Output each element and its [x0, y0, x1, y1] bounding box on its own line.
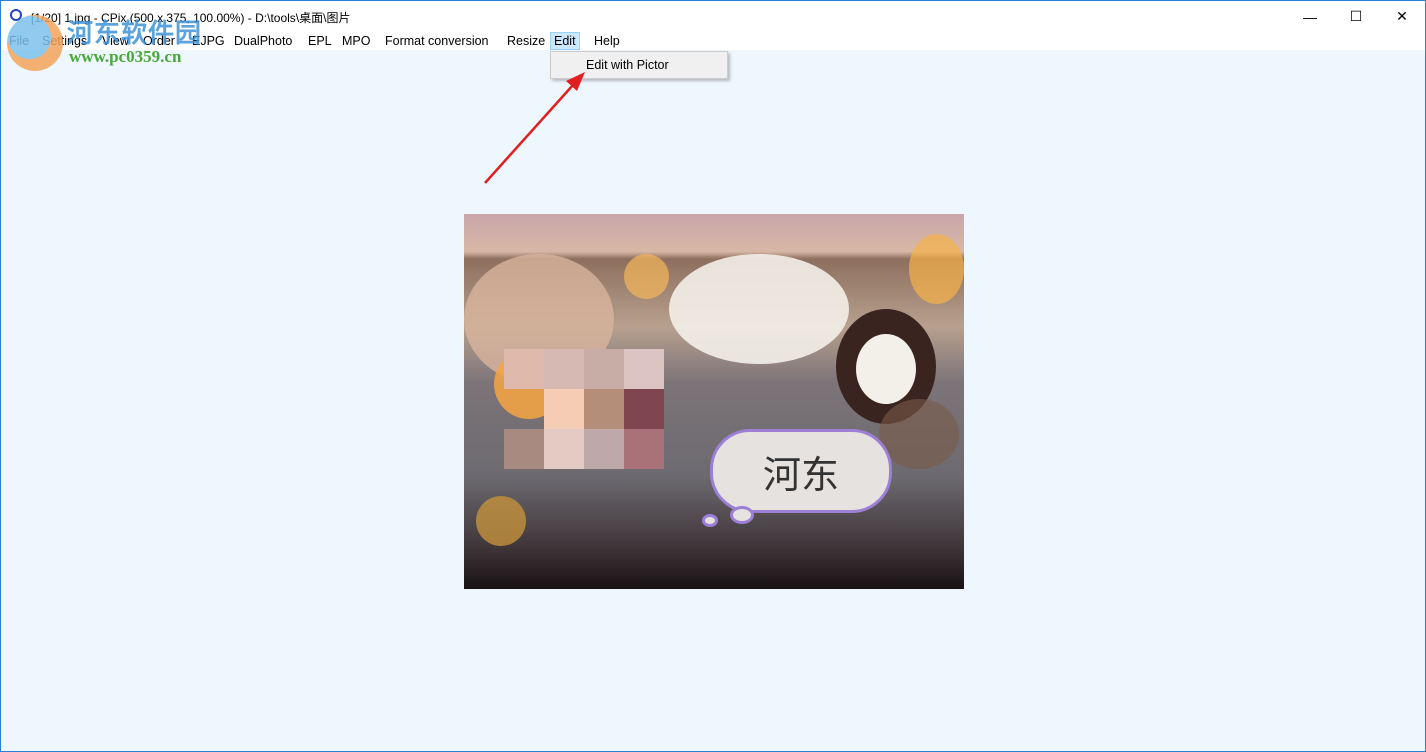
menu-ejpg[interactable]: EJPG [189, 33, 228, 49]
mosaic-block [504, 349, 544, 389]
minimize-button[interactable]: — [1287, 1, 1333, 32]
mosaic-block [584, 429, 624, 469]
mosaic-block [584, 349, 624, 389]
app-icon [10, 9, 22, 21]
speech-cloud: 河东 [710, 429, 892, 513]
menu-file[interactable]: File [6, 33, 32, 49]
image-view: 河东 [464, 214, 964, 589]
puppy-shape [856, 334, 916, 404]
bokeh-light [476, 496, 526, 546]
menu-item-edit-with-pictor[interactable]: Edit with Pictor [586, 58, 669, 72]
menu-help[interactable]: Help [591, 33, 623, 49]
puppy-shape [669, 254, 849, 364]
cloud-bubble [730, 506, 754, 524]
window-title: [1/20] 1.jpg - CPix (500 x 375, 100.00%)… [31, 11, 351, 25]
app-window: [1/20] 1.jpg - CPix (500 x 375, 100.00%)… [0, 0, 1426, 752]
menu-format-conversion[interactable]: Format conversion [382, 33, 492, 49]
menu-order[interactable]: Order [140, 33, 178, 49]
mosaic-block [624, 429, 664, 469]
title-bar: [1/20] 1.jpg - CPix (500 x 375, 100.00%)… [1, 1, 1425, 32]
menu-resize[interactable]: Resize [504, 33, 548, 49]
menu-edit[interactable]: Edit [550, 32, 580, 50]
menu-view[interactable]: View [99, 33, 132, 49]
cloud-bubble [702, 514, 718, 527]
close-button[interactable]: ✕ [1379, 1, 1425, 32]
menu-settings[interactable]: Settings [39, 33, 90, 49]
menu-bar: File Settings View Order EJPG DualPhoto … [1, 32, 1425, 50]
mosaic-block [544, 349, 584, 389]
watermark-url: www.pc0359.cn [69, 47, 182, 66]
mosaic-block [544, 389, 584, 429]
bokeh-light [909, 234, 964, 304]
edit-dropdown: Edit with Pictor [550, 51, 728, 79]
mosaic-block [624, 389, 664, 429]
maximize-button[interactable]: ☐ [1333, 1, 1379, 32]
bokeh-light [879, 399, 959, 469]
mosaic-block [624, 349, 664, 389]
mosaic-block [504, 429, 544, 469]
bokeh-light [624, 254, 669, 299]
mosaic-block [544, 429, 584, 469]
menu-dualphoto[interactable]: DualPhoto [231, 33, 295, 49]
arrow-shaft [484, 84, 574, 184]
menu-mpo[interactable]: MPO [339, 33, 373, 49]
menu-epl[interactable]: EPL [305, 33, 335, 49]
mosaic-block [584, 389, 624, 429]
